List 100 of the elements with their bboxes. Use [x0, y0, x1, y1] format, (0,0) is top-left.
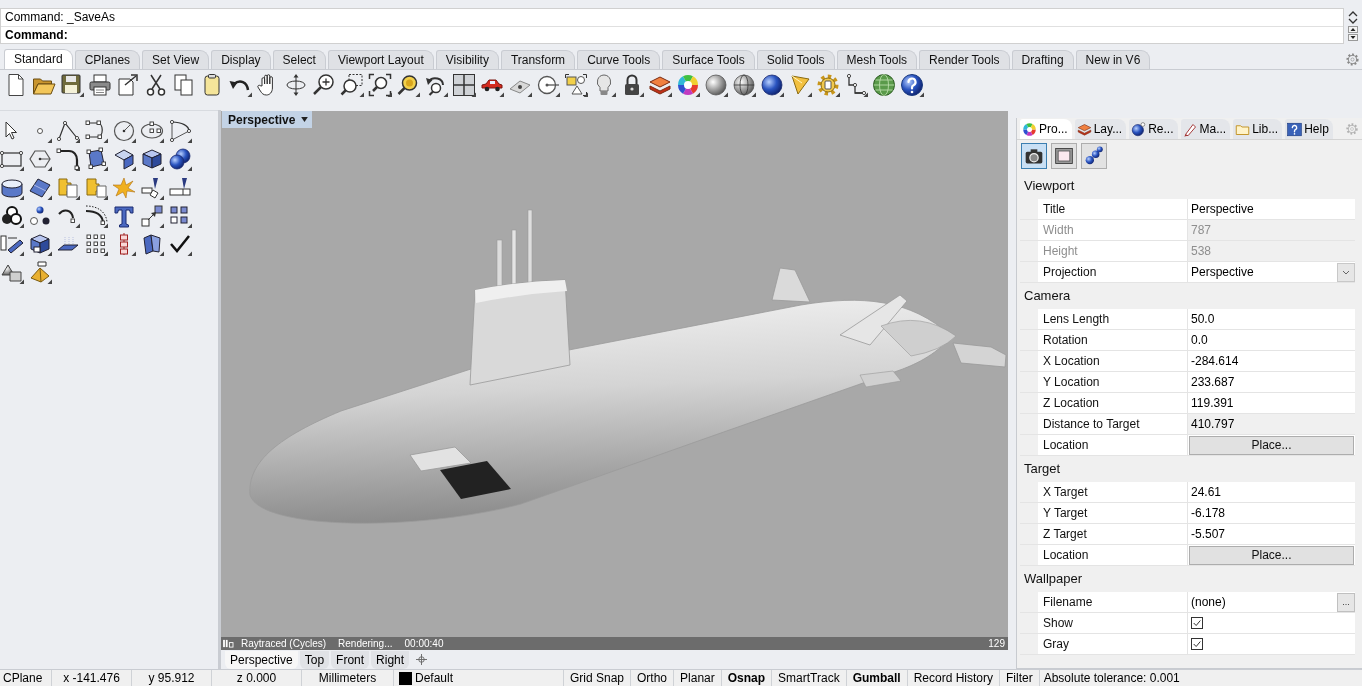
scissors-icon[interactable] — [144, 73, 168, 97]
browse-button[interactable]: ... — [1337, 592, 1355, 612]
notched-blocks-icon[interactable] — [84, 175, 108, 200]
command-prompt[interactable]: Command: — [1, 27, 1343, 44]
place-button[interactable]: Place... — [1189, 545, 1354, 565]
overlapping-circles-icon[interactable] — [0, 203, 24, 228]
arc-icon[interactable] — [168, 119, 192, 143]
ellipse-icon[interactable] — [140, 119, 164, 143]
ribbon-tab[interactable]: Curve Tools — [577, 50, 661, 69]
file-field[interactable]: (none) ... — [1187, 592, 1355, 612]
status-toggle[interactable]: SmartTrack — [772, 670, 847, 686]
ribbon-tab[interactable]: Visibility — [435, 50, 499, 69]
orbit-arrows-icon[interactable] — [284, 73, 308, 97]
ribbon-tab[interactable]: New in V6 — [1075, 50, 1151, 69]
globe-icon[interactable] — [872, 73, 896, 97]
value-field[interactable]: 50.0 — [1187, 309, 1355, 329]
pyramid-icon[interactable] — [28, 260, 52, 285]
panel-tab[interactable]: Ma... — [1180, 119, 1231, 139]
solid-box-icon[interactable] — [28, 232, 52, 257]
cube-icon[interactable] — [140, 147, 164, 172]
cplane-label[interactable]: CPlane — [0, 670, 52, 686]
four-panes-icon[interactable] — [452, 73, 476, 97]
wireframe-sphere-icon[interactable] — [732, 73, 756, 97]
four-squares-icon[interactable] — [168, 203, 192, 228]
control-point-curve-icon[interactable] — [84, 119, 108, 143]
layer-name[interactable]: Default — [415, 670, 454, 686]
spin-up-icon[interactable] — [1348, 25, 1358, 33]
status-toggle[interactable]: Record History — [907, 670, 1000, 686]
camera-button[interactable] — [1021, 143, 1047, 169]
printer-icon[interactable] — [88, 73, 112, 97]
spin-down-icon[interactable] — [1348, 34, 1358, 42]
units-label[interactable]: Millimeters — [302, 670, 394, 686]
text-tool-icon[interactable] — [112, 203, 136, 228]
pause-icon[interactable] — [223, 639, 234, 648]
surface-points-icon[interactable] — [84, 147, 108, 172]
value-field[interactable]: 233.687 — [1187, 372, 1355, 392]
cone-icon[interactable] — [788, 73, 812, 97]
scroll-up-icon[interactable] — [1348, 10, 1358, 17]
ribbon-tab[interactable]: Mesh Tools — [836, 50, 918, 69]
status-toggle[interactable]: Grid Snap — [564, 670, 632, 686]
viewport-tab[interactable]: Perspective — [225, 650, 298, 669]
scroll-down-icon[interactable] — [1348, 18, 1358, 25]
blade-blocks-icon[interactable] — [140, 175, 164, 200]
viewport-tab[interactable]: Top — [299, 650, 330, 669]
help-icon[interactable] — [900, 73, 924, 97]
spheres-icon[interactable] — [168, 147, 192, 172]
value-field[interactable]: 24.61 — [1187, 482, 1355, 502]
ribbon-tab[interactable]: Set View — [142, 50, 210, 69]
spheres-button[interactable] — [1081, 143, 1107, 169]
page-arrow-icon[interactable] — [116, 73, 140, 97]
folded-plane-icon[interactable] — [112, 147, 136, 172]
dropdown-field[interactable]: Perspective — [1187, 262, 1355, 282]
dashed-arc-icon[interactable] — [84, 203, 108, 228]
value-field[interactable]: -284.614 — [1187, 351, 1355, 371]
value-field[interactable]: Perspective — [1187, 199, 1355, 219]
value-field[interactable]: -5.507 — [1187, 524, 1355, 544]
ribbon-tab[interactable]: Display — [211, 50, 271, 69]
checkbox[interactable] — [1191, 638, 1203, 650]
hexagon-icon[interactable] — [28, 147, 52, 172]
square-grid-icon[interactable] — [84, 232, 108, 257]
status-toggle[interactable]: Planar — [674, 670, 722, 686]
value-field[interactable]: -6.178 — [1187, 503, 1355, 523]
status-toggle[interactable]: Ortho — [631, 670, 675, 686]
folded-surface-icon[interactable] — [140, 232, 164, 257]
viewport-tab[interactable]: Front — [331, 650, 370, 669]
status-toggle[interactable]: Osnap — [721, 670, 773, 686]
circle-radius-icon[interactable] — [536, 73, 560, 97]
magnifier-icon[interactable] — [396, 73, 420, 97]
magnifier-corners-icon[interactable] — [368, 73, 392, 97]
ribbon-tab[interactable]: Select — [272, 50, 326, 69]
ribbon-tab[interactable]: Standard — [4, 49, 73, 69]
rounded-corner-curve-icon[interactable] — [56, 147, 80, 172]
value-field[interactable]: 119.391 — [1187, 393, 1355, 413]
place-button[interactable]: Place... — [1189, 435, 1354, 455]
status-toggle[interactable]: Gumball — [846, 670, 908, 686]
ribbon-tab[interactable]: Solid Tools — [756, 50, 835, 69]
magnifier-dashed-box-icon[interactable] — [340, 73, 364, 97]
ribbon-tab[interactable]: Render Tools — [919, 50, 1010, 69]
starburst-icon[interactable] — [112, 175, 136, 200]
ribbon-tab[interactable]: Surface Tools — [662, 50, 755, 69]
shiny-sphere-icon[interactable] — [760, 73, 784, 97]
viewport[interactable]: Perspective — [221, 111, 1008, 637]
ribbon-tab[interactable]: Drafting — [1011, 50, 1074, 69]
blocks-icon[interactable] — [56, 175, 80, 200]
panel-tab[interactable]: Lay... — [1074, 119, 1127, 139]
sphere-icon[interactable] — [704, 73, 728, 97]
bar-rectangle-icon[interactable] — [0, 232, 24, 257]
ribbon-tab[interactable]: CPlanes — [74, 50, 141, 69]
plus-icon[interactable] — [416, 654, 428, 665]
status-toggle[interactable]: Filter — [1000, 670, 1040, 686]
zoom-in-icon[interactable] — [312, 73, 336, 97]
viewport-title-button[interactable]: Perspective — [222, 111, 313, 128]
panel-tab[interactable]: Re... — [1129, 119, 1178, 139]
ribbon-tab[interactable]: Viewport Layout — [327, 50, 434, 69]
circle-icon[interactable] — [112, 119, 136, 143]
color-wheel-icon[interactable] — [676, 73, 700, 97]
frame-button[interactable] — [1051, 143, 1077, 169]
gear-icon[interactable] — [816, 73, 840, 97]
viewport-tab[interactable]: Right — [371, 650, 410, 669]
checkbox[interactable] — [1191, 617, 1203, 629]
